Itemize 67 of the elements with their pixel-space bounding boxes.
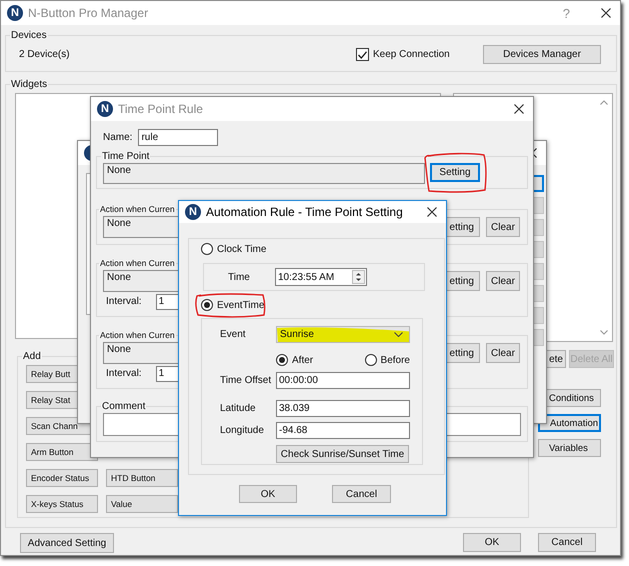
text-field[interactable]: None [103, 163, 425, 184]
add-widget-button[interactable]: Arm Button [26, 443, 98, 461]
app-logo: N [7, 5, 23, 21]
radio-label: Before [380, 354, 410, 366]
devices-manager-button[interactable]: Devices Manager [483, 45, 601, 64]
field-label: Interval: [106, 296, 142, 307]
radio-button[interactable] [364, 354, 377, 366]
close-icon[interactable] [514, 104, 524, 114]
radio-label: After [292, 354, 314, 366]
window-title: Time Point Rule [118, 102, 203, 116]
close-icon[interactable] [427, 207, 437, 217]
clear-button[interactable]: Clear [486, 271, 520, 291]
ok-button[interactable]: OK [463, 533, 521, 552]
window-title: Automation Rule - Time Point Setting [206, 205, 403, 219]
clear-button[interactable]: Clear [486, 217, 520, 237]
group-label: Add [22, 350, 42, 363]
group-label: Comment [101, 400, 146, 413]
scroll-up-icon[interactable] [600, 100, 608, 105]
close-icon[interactable] [601, 8, 611, 18]
field-label: Latitude [220, 403, 257, 414]
widget-option-button[interactable]: Automation [538, 414, 601, 432]
radio-label: EventTime [217, 300, 264, 310]
add-widget-button[interactable]: Encoder Status [26, 469, 98, 487]
radio-button[interactable] [201, 299, 213, 311]
time-field[interactable]: 10:23:55 AM [275, 268, 367, 286]
annotation-loop [422, 152, 488, 194]
cancel-button[interactable]: Cancel [332, 485, 391, 503]
field-label: Interval: [106, 368, 142, 379]
group-label: Action when Curren [99, 257, 176, 270]
radio-button[interactable] [201, 243, 213, 255]
window-title: N-Button Pro Manager [28, 6, 148, 20]
field-label: Longitude [220, 425, 265, 436]
ok-button[interactable]: OK [239, 485, 297, 503]
field-label: Time [227, 272, 251, 282]
setting-button[interactable]: Setting [430, 163, 480, 182]
group-label: Action when Curren [99, 203, 176, 216]
input-field[interactable]: 00:00:00 [276, 372, 410, 389]
group-label: Widgets [10, 78, 48, 91]
device-count: 2 Device(s) [19, 49, 71, 60]
clear-button[interactable]: Clear [486, 343, 520, 363]
scroll-down-icon[interactable] [600, 330, 608, 335]
radio-button[interactable] [276, 354, 288, 366]
app-logo: N [97, 101, 113, 117]
cancel-button[interactable]: Cancel [538, 533, 596, 552]
field-label: Time Offset [220, 375, 272, 386]
add-widget-button[interactable]: HTD Button [106, 469, 178, 487]
input-field[interactable]: rule [138, 129, 218, 146]
input-field[interactable]: 38.039 [276, 400, 410, 417]
radio-label: Clock Time [217, 244, 266, 254]
group-label: Devices [10, 29, 48, 42]
advanced-setting-button[interactable]: Advanced Setting [20, 533, 114, 553]
check-times-button[interactable]: Check Sunrise/Sunset Time [276, 445, 409, 463]
spinner-icon[interactable] [352, 270, 365, 284]
checkbox-label: Keep Connection [373, 49, 450, 60]
input-field[interactable]: -94.68 [276, 422, 410, 439]
group-label: Time Point [101, 150, 150, 163]
field-label: Event [220, 329, 247, 340]
add-widget-button[interactable]: X-keys Status [26, 495, 98, 513]
caret-icon[interactable] [394, 332, 403, 337]
field-label: Name: [103, 132, 132, 143]
widget-option-button[interactable]: Variables [538, 439, 601, 457]
app-logo: N [185, 204, 201, 220]
dropdown-value: Sunrise [280, 329, 314, 340]
add-widget-button[interactable]: Value [106, 495, 178, 513]
group-label: Action when Curren [99, 329, 176, 342]
event-dropdown[interactable]: Sunrise [276, 326, 410, 343]
checkbox[interactable] [356, 48, 369, 61]
